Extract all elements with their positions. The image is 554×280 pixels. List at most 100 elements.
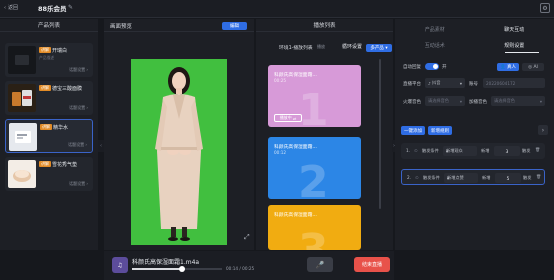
rule-count[interactable]: 5 — [495, 173, 521, 183]
rule-condition-label: 触发条件 — [422, 148, 439, 153]
trash-icon[interactable]: 🗑 — [535, 147, 540, 153]
account-label: 账号 — [469, 82, 478, 87]
tab-product-assets[interactable]: 产品素材 — [395, 23, 475, 35]
playlist-name: 环境1-播放列表 — [279, 46, 313, 51]
chevron-left-icon: ‹ — [4, 4, 6, 11]
platform-label: 直播平台 — [403, 82, 421, 87]
rule-index: 1. — [406, 148, 410, 153]
product-thumbnail — [9, 123, 37, 151]
progress-track[interactable] — [132, 266, 222, 272]
real-person-pill[interactable]: 👤 真人 — [497, 63, 519, 71]
playlist-card[interactable]: 2 科颜氏高保湿面霜... 00:12 — [268, 137, 361, 199]
account-field[interactable]: 20220604172 — [483, 78, 545, 88]
page-title: 88乐会员 — [38, 5, 67, 13]
rule-condition-select[interactable]: 新增观众 ▾ — [443, 146, 477, 156]
edit-icon[interactable]: ✎ — [68, 4, 73, 11]
gear-icon[interactable]: ⚙ — [540, 3, 550, 13]
product-name: 雪花秀气垫 — [52, 162, 78, 168]
extra-voice-select[interactable]: 请选择音色 ▾ — [491, 96, 545, 106]
product-tag: 讲解 — [39, 161, 51, 167]
product-item-active[interactable]: 讲解 精华水 话题设置 › — [5, 119, 93, 153]
rule-row-active[interactable]: 2. ⊙ 触发条件 新增点赞 ▾ 新增 5 触发 🗑 — [401, 169, 545, 185]
rule-unit: 触发 — [522, 148, 531, 153]
product-list-title: 产品列表 — [0, 19, 98, 32]
progress-fill — [132, 268, 183, 270]
card-duration: 00:12 — [274, 150, 287, 155]
product-action[interactable]: 话题设置 › — [69, 67, 88, 73]
back-button[interactable]: ‹ 返回 — [4, 4, 19, 12]
one-click-add-button[interactable]: 一键添加 — [401, 126, 425, 135]
tab-interaction-script[interactable]: 互动话术 — [395, 39, 475, 51]
rule-condition-label: 触发条件 — [423, 175, 440, 180]
card-duration: 00:25 — [274, 78, 287, 83]
loop-settings-label[interactable]: 循环设置 — [342, 43, 362, 50]
rule-condition-select[interactable]: 新增点赞 ▾ — [444, 173, 478, 183]
rule-index: 2. — [407, 175, 411, 180]
auto-reply-toggle[interactable] — [425, 63, 439, 70]
preview-panel: 画面预览 编辑 ⤢ — [104, 19, 254, 250]
playing-badge[interactable]: 播放中 ⇌ — [274, 114, 302, 122]
product-desc: 产品描述 — [39, 55, 55, 60]
product-thumbnail — [8, 160, 36, 188]
platform-select[interactable]: ♪ 抖音 ▾ — [425, 78, 465, 88]
rule-count[interactable]: 3 — [494, 146, 520, 156]
playlist-card[interactable]: 1 科颜氏高保湿面霜... 00:25 播放中 ⇌ — [268, 65, 361, 127]
product-action[interactable]: 话题设置 › — [69, 181, 88, 187]
playlist-mode: 播放 — [317, 44, 325, 49]
card-number: 3 — [298, 225, 329, 250]
tab-row-2: 互动话术 规则设置 — [395, 39, 554, 51]
product-item[interactable]: 讲解 德宝三酸面膜 话题设置 › — [5, 81, 93, 115]
rule-switch-icon[interactable]: ⊙ — [415, 175, 419, 180]
toggle-state: 开 — [442, 65, 447, 70]
product-tag: 讲解 — [39, 85, 51, 91]
tab-chat-interaction[interactable]: 聊天互动 — [475, 23, 554, 35]
audio-file-name: 科颜氏高保湿面霜1.m4a — [132, 259, 200, 266]
preview-title: 画面预览 — [110, 24, 133, 30]
product-list-panel: 产品列表 讲解 开瑞白 产品描述 话题设置 › 讲解 德宝三酸面膜 话题设置 ›… — [0, 19, 98, 250]
fullscreen-icon[interactable]: ⤢ — [244, 233, 250, 242]
playlist-card[interactable]: 3 科颜氏高保湿面霜... — [268, 205, 361, 250]
extra-voice-label: 加播音色 — [469, 100, 487, 105]
product-name: 精华水 — [53, 125, 69, 131]
time-readout: 00:14 / 00:25 — [226, 266, 255, 271]
ai-pill[interactable]: ◎ AI — [522, 63, 544, 71]
product-thumbnail — [8, 46, 36, 74]
playlist-title: 播放列表 — [256, 19, 393, 32]
product-mode-dropdown[interactable]: 多产品 ▾ — [366, 44, 392, 52]
forward-icon[interactable]: › — [538, 125, 548, 135]
product-action[interactable]: 话题设置 › — [69, 105, 88, 111]
microphone-icon: 🎤 — [315, 260, 325, 269]
mic-button[interactable]: 🎤 — [307, 257, 333, 272]
progress-knob[interactable] — [179, 266, 186, 272]
auto-reply-label: 自动回复 — [403, 65, 421, 70]
card-title: 科颜氏高保湿面霜... — [274, 145, 317, 150]
main-voice-label: 火爆音色 — [403, 100, 421, 105]
end-live-button[interactable]: 结束直播 — [354, 257, 390, 272]
video-preview — [131, 59, 227, 245]
rule-unit: 触发 — [523, 175, 532, 180]
rule-op: 新增 — [482, 175, 491, 180]
tab-rule-settings[interactable]: 规则设置 — [475, 39, 554, 51]
audio-player-bar: ♫ 科颜氏高保湿面霜1.m4a 00:14 / 00:25 🎤 结束直播 — [104, 251, 394, 280]
product-item[interactable]: 讲解 开瑞白 产品描述 话题设置 › — [5, 43, 93, 77]
back-label: 返回 — [8, 5, 19, 11]
new-rule-button[interactable]: 新增规则 — [428, 126, 452, 135]
product-tag: 讲解 — [40, 124, 52, 130]
rule-row[interactable]: 1. ⊙ 触发条件 新增观众 ▾ 新增 3 触发 🗑 — [401, 143, 545, 159]
preview-header: 画面预览 编辑 — [104, 19, 254, 32]
rule-op: 新增 — [481, 148, 490, 153]
music-icon: ♫ — [112, 257, 128, 273]
card-number: 2 — [298, 157, 329, 199]
product-action[interactable]: 话题设置 › — [68, 142, 87, 148]
product-name: 开瑞白 — [52, 48, 68, 54]
card-number: 1 — [298, 85, 329, 127]
main-voice-select[interactable]: 请选择音色 ▾ — [425, 96, 465, 106]
playlist-scrollbar[interactable] — [379, 59, 381, 209]
product-item[interactable]: 讲解 雪花秀气垫 话题设置 › — [5, 157, 93, 191]
edit-button[interactable]: 编辑 — [222, 22, 247, 30]
top-bar: ‹ 返回 88乐会员 ✎ ⚙ — [0, 0, 554, 18]
rule-switch-icon[interactable]: ⊙ — [414, 148, 418, 153]
trash-icon[interactable]: 🗑 — [536, 174, 541, 180]
card-title: 科颜氏高保湿面霜... — [274, 213, 317, 218]
product-name: 德宝三酸面膜 — [52, 86, 83, 92]
